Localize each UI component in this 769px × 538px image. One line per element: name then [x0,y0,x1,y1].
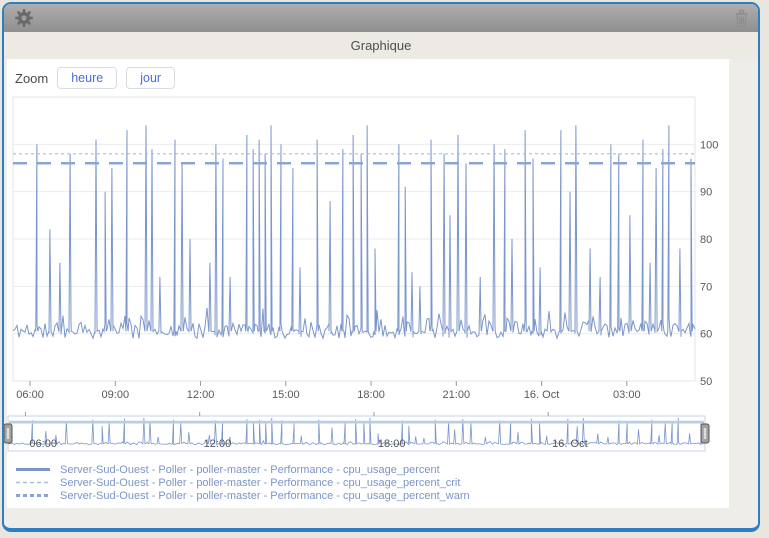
legend-label: Server-Sud-Ouest - Poller - poller-maste… [60,477,460,489]
navigator-label: 18:00 [378,438,406,450]
y-axis-label: 90 [700,187,712,199]
navigator-handle-right[interactable] [701,424,709,443]
chart-svg[interactable]: 50 60 70 80 90 100 06:00 09:00 12:00 15:00 18:00 21… [4,59,758,530]
navigator-handle-left[interactable] [4,424,12,443]
y-axis-label: 100 [700,139,718,151]
legend-marker-solid [15,466,51,473]
zoom-hour-button[interactable]: heure [57,67,117,89]
delete-widget-button[interactable] [734,9,749,28]
legend-marker-dash-thick [15,492,51,499]
navigator-label: 12:00 [204,438,232,450]
zoom-controls: Zoom heure jour [15,67,175,89]
x-axis-label: 16. Oct [524,389,559,401]
settings-button[interactable] [13,7,35,29]
zoom-day-button[interactable]: jour [126,67,175,89]
chart-legend: Server-Sud-Ouest - Poller - poller-maste… [15,463,470,502]
zoom-label: Zoom [15,71,48,86]
x-axis-label: 12:00 [187,389,215,401]
widget-title: Graphique [4,32,758,59]
page: Graphique Zoom heure jour 50 60 70 80 90 100 0… [0,0,769,538]
navigator-label: 06:00 [29,438,57,450]
legend-label: Server-Sud-Ouest - Poller - poller-maste… [60,464,440,476]
y-axis-label: 50 [700,376,712,388]
widget-body: Zoom heure jour 50 60 70 80 90 100 06:00 09:00 1… [4,59,758,532]
graph-widget: Graphique Zoom heure jour 50 60 70 80 90 100 0… [2,2,760,532]
legend-item-cpu-crit[interactable]: Server-Sud-Ouest - Poller - poller-maste… [15,476,470,489]
x-axis-label: 18:00 [357,389,385,401]
x-axis-label: 06:00 [16,389,44,401]
widget-titlebar [4,4,758,32]
navigator-label: 16. Oct [552,438,587,450]
x-axis-label: 09:00 [102,389,130,401]
legend-label: Server-Sud-Ouest - Poller - poller-maste… [60,490,470,502]
legend-item-cpu-warn[interactable]: Server-Sud-Ouest - Poller - poller-maste… [15,489,470,502]
x-axis-label: 03:00 [613,389,641,401]
y-axis-label: 60 [700,329,712,341]
trash-icon [734,9,749,28]
y-axis-label: 80 [700,234,712,246]
gear-icon [13,7,35,29]
legend-marker-dash-thin [15,479,51,486]
legend-item-cpu-usage[interactable]: Server-Sud-Ouest - Poller - poller-maste… [15,463,470,476]
y-axis-label: 70 [700,281,712,293]
cpu-usage-series [13,125,695,338]
x-axis-label: 21:00 [443,389,471,401]
x-axis-label: 15:00 [272,389,300,401]
